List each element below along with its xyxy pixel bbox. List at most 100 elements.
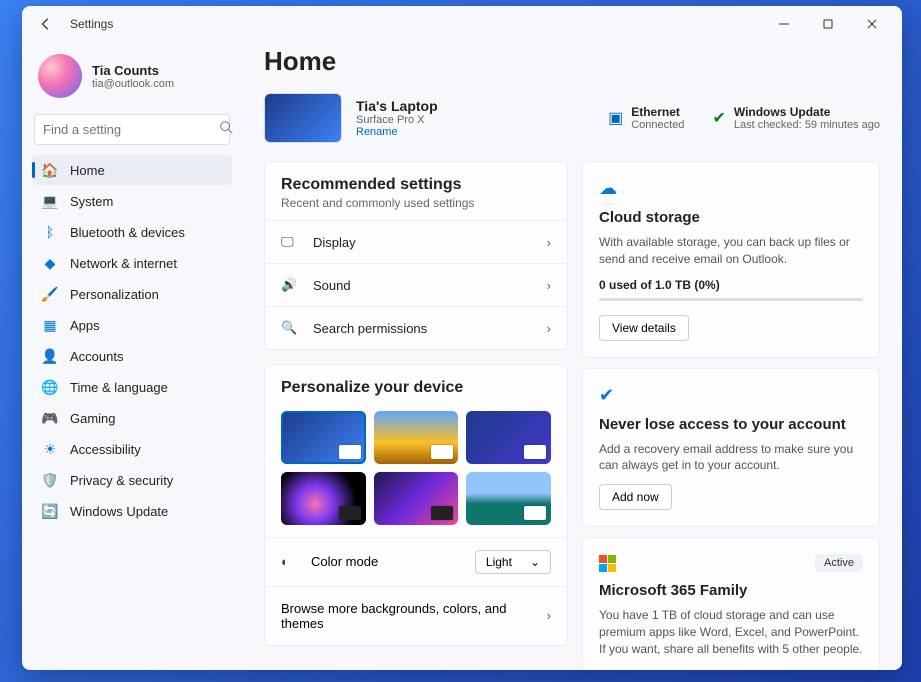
left-column: Recommended settings Recent and commonly… [264,161,568,670]
back-button[interactable] [30,8,62,40]
m365-title: Microsoft 365 Family [599,582,863,599]
recovery-card: ✔ Never lose access to your account Add … [582,368,880,528]
home-icon: 🏠 [42,162,58,178]
nav-update[interactable]: 🔄Windows Update [32,496,232,526]
brush-icon: 🖌️ [42,286,58,302]
personalize-card: Personalize your device ◐ Color mode [264,364,568,646]
setting-sound[interactable]: 🔊 Sound › [265,263,567,306]
m365-card: Active Microsoft 365 Family You have 1 T… [582,537,880,670]
profile[interactable]: Tia Counts tia@outlook.com [32,46,232,112]
m365-badge-row: Active [599,554,863,572]
sidebar: Tia Counts tia@outlook.com 🏠Home 💻System… [22,42,242,670]
globe-icon: 🌐 [42,379,58,395]
cloud-icon: ☁ [599,178,863,199]
color-mode-row: ◐ Color mode Light ⌄ [265,537,567,586]
chevron-right-icon: › [547,235,551,250]
cloud-storage-card: ☁ Cloud storage With available storage, … [582,161,880,358]
nav-home[interactable]: 🏠Home [32,155,232,185]
nav-system[interactable]: 💻System [32,186,232,216]
view-details-button[interactable]: View details [599,315,689,341]
device-header: Tia's Laptop Surface Pro X Rename ▣ Ethe… [264,93,880,143]
color-mode-select[interactable]: Light ⌄ [475,550,551,574]
device-model: Surface Pro X [356,114,438,126]
personalize-title: Personalize your device [265,365,567,399]
body: Tia Counts tia@outlook.com 🏠Home 💻System… [22,42,902,670]
setting-search-permissions[interactable]: 🔍 Search permissions › [265,306,567,349]
nav-network[interactable]: ◆Network & internet [32,248,232,278]
profile-email: tia@outlook.com [92,78,174,90]
columns: Recommended settings Recent and commonly… [264,161,880,670]
theme-tile-5[interactable] [374,472,459,525]
titlebar: Settings [22,6,902,42]
nav-gaming[interactable]: 🎮Gaming [32,403,232,433]
theme-grid [265,399,567,537]
profile-name: Tia Counts [92,63,174,78]
storage-bar [599,298,863,301]
status-ethernet[interactable]: ▣ Ethernet Connected [608,105,684,131]
search-box[interactable] [34,114,230,145]
main-content: Home Tia's Laptop Surface Pro X Rename ▣… [242,42,902,670]
theme-tile-6[interactable] [466,472,551,525]
window-controls [762,8,894,40]
theme-tile-4[interactable] [281,472,366,525]
person-icon: 👤 [42,348,58,364]
ethernet-icon: ▣ [608,108,623,128]
search-icon [219,120,233,139]
verified-icon: ✔ [599,385,863,406]
search-input[interactable] [43,122,219,137]
page-title: Home [264,46,880,77]
add-now-button[interactable]: Add now [599,484,672,510]
system-icon: 💻 [42,193,58,209]
nav: 🏠Home 💻System ᛒBluetooth & devices ◆Netw… [32,155,232,526]
storage-used: 0 used of 1.0 TB (0%) [599,278,863,292]
theme-tile-3[interactable] [466,411,551,464]
m365-desc: You have 1 TB of cloud storage and can u… [599,607,863,657]
recovery-title: Never lose access to your account [599,416,863,433]
apps-icon: ▦ [42,317,58,333]
color-mode-icon: ◐ [281,554,299,569]
search-perm-icon: 🔍 [281,320,299,336]
right-column: ☁ Cloud storage With available storage, … [582,161,880,670]
status-row: ▣ Ethernet Connected ✔ Windows Update La… [608,105,880,131]
device-thumbnail [264,93,342,143]
display-icon: 🖵 [281,234,299,250]
update-status-icon: ✔ [712,108,725,128]
nav-time[interactable]: 🌐Time & language [32,372,232,402]
microsoft-logo-icon [599,555,616,572]
update-icon: 🔄 [42,503,58,519]
device-name: Tia's Laptop [356,98,438,114]
nav-privacy[interactable]: 🛡️Privacy & security [32,465,232,495]
sound-icon: 🔊 [281,277,299,293]
recommended-sub: Recent and commonly used settings [265,196,567,220]
nav-bluetooth[interactable]: ᛒBluetooth & devices [32,217,232,247]
chevron-down-icon: ⌄ [530,555,540,569]
theme-tile-1[interactable] [281,411,366,464]
recommended-title: Recommended settings [265,162,567,196]
setting-display[interactable]: 🖵 Display › [265,220,567,263]
bluetooth-icon: ᛒ [42,224,58,240]
maximize-button[interactable] [806,8,850,40]
theme-tile-2[interactable] [374,411,459,464]
wifi-icon: ◆ [42,255,58,271]
minimize-button[interactable] [762,8,806,40]
status-update[interactable]: ✔ Windows Update Last checked: 59 minute… [712,105,880,131]
accessibility-icon: ☀ [42,441,58,457]
close-button[interactable] [850,8,894,40]
nav-apps[interactable]: ▦Apps [32,310,232,340]
window-title: Settings [70,17,113,31]
active-badge: Active [815,554,863,572]
chevron-right-icon: › [547,321,551,336]
nav-accounts[interactable]: 👤Accounts [32,341,232,371]
cloud-desc: With available storage, you can back up … [599,234,863,268]
device-info: Tia's Laptop Surface Pro X Rename [356,98,438,138]
recovery-desc: Add a recovery email address to make sur… [599,441,863,475]
nav-accessibility[interactable]: ☀Accessibility [32,434,232,464]
avatar [38,54,82,98]
settings-window: Settings Tia Counts tia@outlook.com 🏠Hom… [22,6,902,670]
chevron-right-icon: › [547,608,551,623]
gaming-icon: 🎮 [42,410,58,426]
rename-link[interactable]: Rename [356,126,438,138]
browse-more-row[interactable]: Browse more backgrounds, colors, and the… [265,586,567,645]
recommended-card: Recommended settings Recent and commonly… [264,161,568,350]
nav-personalization[interactable]: 🖌️Personalization [32,279,232,309]
